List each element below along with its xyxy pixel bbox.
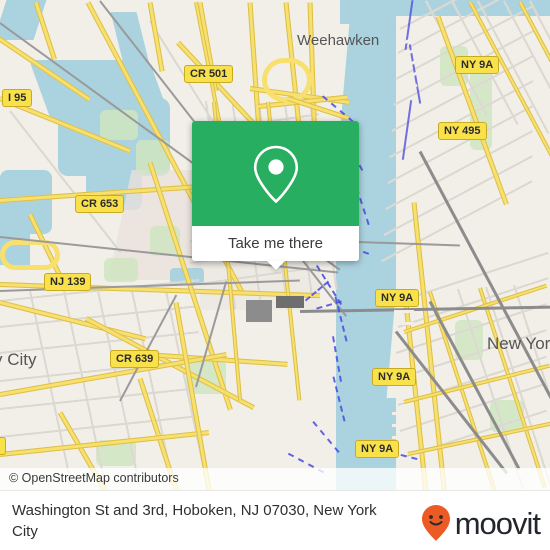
route-shield: CR 639 — [110, 350, 160, 368]
route-shield: NY 9A — [372, 368, 417, 386]
map-attribution: © OpenStreetMap contributors — [0, 468, 550, 490]
route-shield: NY 495 — [438, 122, 487, 140]
place-label: y City — [0, 350, 37, 369]
place-label: New Yor — [487, 334, 550, 353]
take-me-there-button[interactable]: Take me there — [192, 226, 359, 261]
route-shield: 1 — [0, 437, 7, 455]
route-shield: NY 9A — [455, 56, 500, 74]
route-shield: NY 9A — [355, 440, 400, 458]
map-pin-icon — [253, 145, 298, 203]
map-screenshot: Weehawken New Yor y City CR 501 I 95 CR 653 N… — [0, 0, 550, 550]
attribution-text: © OpenStreetMap contributors — [9, 471, 179, 485]
moovit-wordmark: moovit — [454, 505, 541, 541]
location-address: Washington St and 3rd, Hoboken, NJ 07030… — [12, 502, 377, 540]
route-shield: NJ 139 — [44, 273, 92, 291]
footer-bar: Washington St and 3rd, Hoboken, NJ 07030… — [0, 490, 550, 550]
popup-header — [192, 121, 359, 226]
route-shield: CR 501 — [184, 65, 234, 83]
place-label: Weehawken — [297, 32, 380, 49]
take-me-there-label: Take me there — [227, 235, 324, 252]
popup-tail — [266, 261, 285, 270]
route-shield: CR 653 — [75, 195, 125, 213]
moovit-pin-icon — [421, 505, 450, 541]
route-shield: NY 9A — [375, 289, 420, 307]
location-popup-card[interactable]: Take me there — [192, 121, 359, 270]
moovit-logo[interactable]: moovit — [421, 504, 541, 542]
route-shield: I 95 — [2, 89, 33, 107]
